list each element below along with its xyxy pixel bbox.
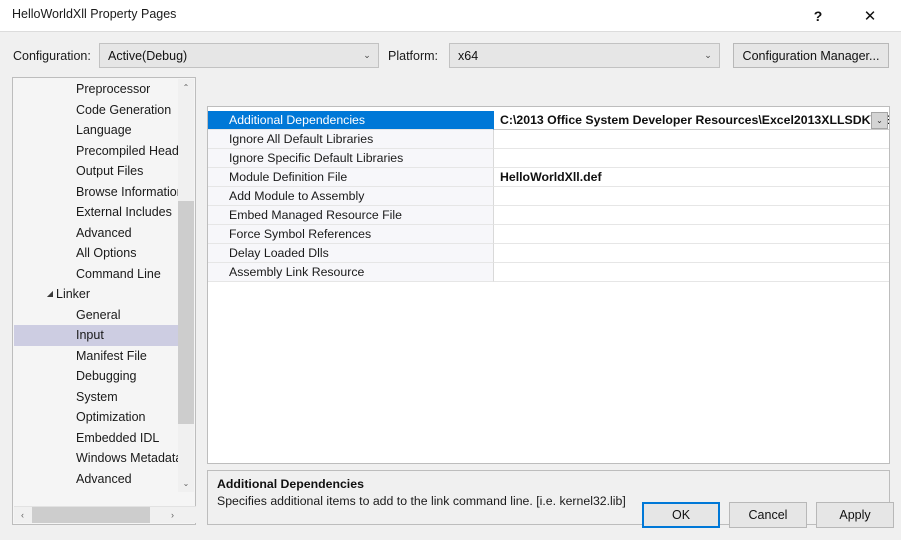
window-title: HelloWorldXll Property Pages (12, 7, 176, 21)
settings-tree[interactable]: Preprocessor Code Generation Language Preco… (14, 79, 180, 492)
tree-item-output-files[interactable]: Output Files (14, 161, 180, 182)
property-grid-rows: Additional DependenciesC:\2013 Office Sy… (208, 111, 889, 282)
tree-item-manifest-file[interactable]: Manifest File (14, 346, 180, 367)
platform-label: Platform: (388, 49, 438, 63)
property-value[interactable] (494, 149, 889, 168)
tree-item-label: Windows Metadata (76, 451, 180, 465)
settings-tree-panel: Preprocessor Code Generation Language Preco… (12, 77, 196, 525)
property-row[interactable]: Add Module to Assembly (208, 187, 889, 206)
tree-item-label: Embedded IDL (76, 431, 159, 445)
tree-item-label: Code Generation (76, 103, 171, 117)
tree-item-code-generation[interactable]: Code Generation (14, 100, 180, 121)
property-row[interactable]: Module Definition FileHelloWorldXll.def (208, 168, 889, 187)
dialog-body: Configuration: Active(Debug) ⌄ Platform:… (0, 31, 901, 540)
tree-item-label: Advanced (76, 226, 132, 240)
title-bar: HelloWorldXll Property Pages ? ✕ (0, 0, 901, 31)
tree-item-label: Linker (56, 287, 90, 301)
configuration-label: Configuration: (13, 49, 91, 63)
configuration-dropdown[interactable]: Active(Debug) ⌄ (99, 43, 379, 68)
tree-item-optimization[interactable]: Optimization (14, 407, 180, 428)
tree-item-embedded-idl[interactable]: Embedded IDL (14, 428, 180, 449)
tree-item-label: Optimization (76, 410, 145, 424)
platform-dropdown[interactable]: x64 ⌄ (449, 43, 720, 68)
configuration-manager-button[interactable]: Configuration Manager... (733, 43, 889, 68)
tree-item-label: Language (76, 123, 132, 137)
property-value-dropdown-icon[interactable]: ⌄ (871, 112, 888, 129)
tree-item-label: All Options (76, 246, 136, 260)
property-row[interactable]: Assembly Link Resource (208, 263, 889, 282)
property-name: Delay Loaded Dlls (208, 244, 494, 263)
tree-item-label: External Includes (76, 205, 172, 219)
tree-item-label: Manifest File (76, 349, 147, 363)
property-name: Ignore Specific Default Libraries (208, 149, 494, 168)
tree-vscroll-track[interactable] (178, 96, 194, 475)
configuration-toolbar: Configuration: Active(Debug) ⌄ Platform:… (0, 42, 901, 72)
tree-item-general[interactable]: General (14, 305, 180, 326)
scroll-down-icon[interactable]: ⌄ (178, 475, 194, 492)
tree-item-windows-metadata[interactable]: Windows Metadata (14, 448, 180, 469)
tree-item-label: Preprocessor (76, 82, 150, 96)
platform-value: x64 (450, 49, 697, 63)
tree-item-label: General (76, 308, 120, 322)
dialog-footer: OK Cancel Apply (0, 492, 901, 540)
property-value[interactable] (494, 225, 889, 244)
tree-item-label: Advanced (76, 472, 132, 486)
property-name: Force Symbol References (208, 225, 494, 244)
tree-item-label: System (76, 390, 118, 404)
tree-item-language[interactable]: Language (14, 120, 180, 141)
tree-item-label: Precompiled Headers (76, 144, 180, 158)
tree-item-all-options[interactable]: All Options (14, 243, 180, 264)
configuration-value: Active(Debug) (100, 49, 356, 63)
tree-item-browse-information[interactable]: Browse Information (14, 182, 180, 203)
tree-item-advanced[interactable]: Advanced (14, 223, 180, 244)
tree-item-linker[interactable]: ◢Linker (14, 284, 180, 305)
chevron-down-icon: ⌄ (356, 51, 378, 60)
property-row[interactable]: Delay Loaded Dlls (208, 244, 889, 263)
property-row[interactable]: Additional DependenciesC:\2013 Office Sy… (208, 111, 889, 130)
tree-item-advanced[interactable]: Advanced (14, 469, 180, 490)
property-name: Embed Managed Resource File (208, 206, 494, 225)
chevron-down-icon: ⌄ (697, 51, 719, 60)
tree-vertical-scrollbar[interactable]: ⌃ ⌄ (178, 79, 194, 492)
property-name: Additional Dependencies (208, 111, 494, 130)
property-name: Add Module to Assembly (208, 187, 494, 206)
property-row[interactable]: Force Symbol References (208, 225, 889, 244)
property-grid: Additional DependenciesC:\2013 Office Sy… (207, 106, 890, 464)
property-value[interactable] (494, 130, 889, 149)
tree-item-label: Input (76, 328, 104, 342)
property-value[interactable]: HelloWorldXll.def (494, 168, 889, 187)
property-value[interactable] (494, 263, 889, 282)
tree-item-command-line[interactable]: Command Line (14, 264, 180, 285)
tree-item-input[interactable]: Input (14, 325, 180, 346)
close-icon[interactable]: ✕ (849, 0, 891, 31)
ok-button[interactable]: OK (642, 502, 720, 528)
apply-button[interactable]: Apply (816, 502, 894, 528)
property-value[interactable]: C:\2013 Office System Developer Resource… (494, 111, 889, 130)
cancel-button[interactable]: Cancel (729, 502, 807, 528)
expander-collapse-icon[interactable]: ◢ (44, 290, 56, 298)
description-title: Additional Dependencies (217, 477, 880, 491)
property-row[interactable]: Embed Managed Resource File (208, 206, 889, 225)
property-value[interactable] (494, 244, 889, 263)
scroll-up-icon[interactable]: ⌃ (178, 79, 194, 96)
tree-vscroll-thumb[interactable] (178, 201, 194, 424)
help-icon[interactable]: ? (797, 0, 839, 31)
property-row[interactable]: Ignore All Default Libraries (208, 130, 889, 149)
property-name: Assembly Link Resource (208, 263, 494, 282)
tree-item-label: Debugging (76, 369, 136, 383)
property-name: Module Definition File (208, 168, 494, 187)
tree-item-label: Output Files (76, 164, 143, 178)
tree-item-external-includes[interactable]: External Includes (14, 202, 180, 223)
property-name: Ignore All Default Libraries (208, 130, 494, 149)
tree-item-preprocessor[interactable]: Preprocessor (14, 79, 180, 100)
tree-item-system[interactable]: System (14, 387, 180, 408)
property-row[interactable]: Ignore Specific Default Libraries (208, 149, 889, 168)
property-value[interactable] (494, 187, 889, 206)
tree-item-debugging[interactable]: Debugging (14, 366, 180, 387)
property-value[interactable] (494, 206, 889, 225)
tree-item-label: Browse Information (76, 185, 180, 199)
tree-item-precompiled-headers[interactable]: Precompiled Headers (14, 141, 180, 162)
tree-item-label: Command Line (76, 267, 161, 281)
